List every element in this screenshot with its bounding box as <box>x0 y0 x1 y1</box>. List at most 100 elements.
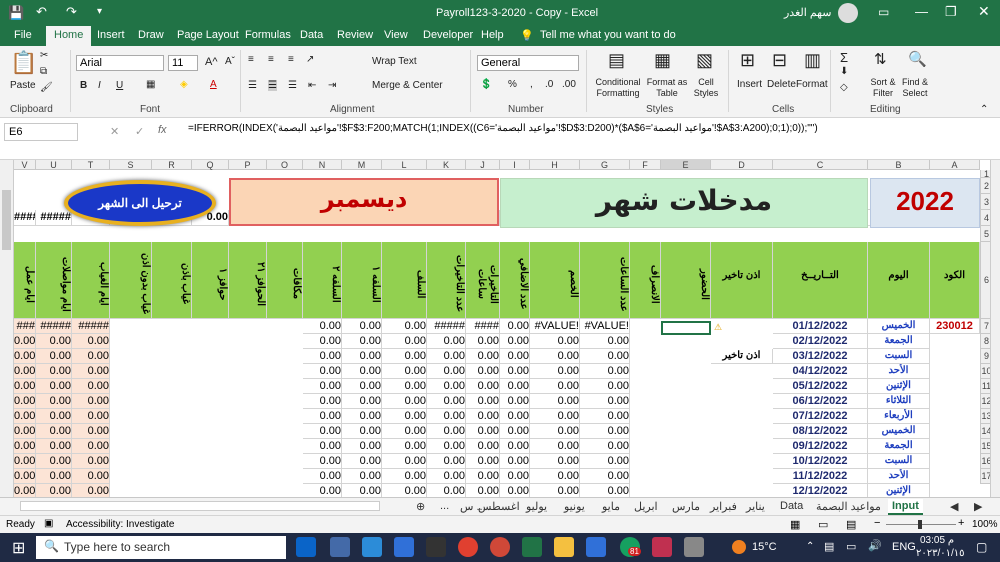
cell-G16[interactable]: 0.00 <box>580 454 630 469</box>
column-header-K[interactable]: K <box>427 160 466 170</box>
cell-V14[interactable]: 0.00 <box>14 424 36 439</box>
cell-styles-button[interactable]: Cell Styles <box>690 77 722 99</box>
align-left-icon[interactable]: ☰ <box>248 80 257 91</box>
cell-K15[interactable]: 0.00 <box>427 439 466 454</box>
find-select-icon[interactable]: 🔍 <box>908 50 927 68</box>
cell-N8[interactable]: 0.00 <box>303 334 342 349</box>
cell-I12[interactable]: 0.00 <box>500 394 530 409</box>
column-header-T[interactable]: T <box>72 160 110 170</box>
sort-filter-button[interactable]: Sort & Filter <box>866 77 900 99</box>
cell-B15[interactable]: الجمعة <box>868 439 930 454</box>
network-icon[interactable]: ▤ <box>824 540 834 553</box>
cell-G8[interactable]: 0.00 <box>580 334 630 349</box>
cell-J17[interactable]: 0.00 <box>466 469 500 484</box>
cell-B11[interactable]: الإثنين <box>868 379 930 394</box>
cell-N16[interactable]: 0.00 <box>303 454 342 469</box>
cell-M9[interactable]: 0.00 <box>342 349 382 364</box>
download-icon[interactable] <box>362 537 382 557</box>
cell-H14[interactable]: 0.00 <box>530 424 580 439</box>
cell-J10[interactable]: 0.00 <box>466 364 500 379</box>
column-header-C[interactable]: C <box>773 160 868 170</box>
tab-input[interactable]: Input <box>888 499 923 515</box>
cell-U10[interactable]: 0.00 <box>36 364 72 379</box>
cell-C9[interactable]: 03/12/2022 <box>773 349 868 364</box>
menu-developer[interactable]: Developer <box>423 29 473 41</box>
formula-input[interactable]: =IFERROR(INDEX('مواعيد البصمة'!$F$3:F200… <box>188 123 994 141</box>
zoom-level[interactable]: 100% <box>972 519 998 530</box>
collapse-ribbon-icon[interactable]: ⌃ <box>980 104 988 115</box>
cell-styles-icon[interactable]: ▧ <box>696 50 713 71</box>
cell-J11[interactable]: 0.00 <box>466 379 500 394</box>
zoom-thumb[interactable] <box>918 520 922 529</box>
cell-M12[interactable]: 0.00 <box>342 394 382 409</box>
cell-G10[interactable]: 0.00 <box>580 364 630 379</box>
column-header-N[interactable]: N <box>303 160 342 170</box>
cell-J9[interactable]: 0.00 <box>466 349 500 364</box>
cell-I9[interactable]: 0.00 <box>500 349 530 364</box>
cell-M13[interactable]: 0.00 <box>342 409 382 424</box>
sort-filter-icon[interactable]: ⇅ <box>874 50 887 68</box>
cell-H12[interactable]: 0.00 <box>530 394 580 409</box>
number-format-select[interactable]: General <box>477 55 579 71</box>
cell-J8[interactable]: 0.00 <box>466 334 500 349</box>
cell-H8[interactable]: 0.00 <box>530 334 580 349</box>
cell-N7[interactable]: 0.00 <box>303 319 342 334</box>
cell-I11[interactable]: 0.00 <box>500 379 530 394</box>
cell-V7[interactable]: ### <box>14 319 36 334</box>
cell-I8[interactable]: 0.00 <box>500 334 530 349</box>
cell-J14[interactable]: 0.00 <box>466 424 500 439</box>
cell-K9[interactable]: 0.00 <box>427 349 466 364</box>
cell-L17[interactable]: 0.00 <box>382 469 427 484</box>
cell-M18[interactable]: 0.00 <box>342 484 382 497</box>
tab-march[interactable]: مارس <box>668 499 704 514</box>
tab-january[interactable]: يناير <box>742 499 769 514</box>
header-code[interactable]: الكود <box>930 242 980 319</box>
cell-U11[interactable]: 0.00 <box>36 379 72 394</box>
header-absent-days[interactable]: ايام الغياب <box>72 242 110 319</box>
cell-U7[interactable]: ##### <box>36 319 72 334</box>
align-middle-icon[interactable]: ≡ <box>268 54 274 65</box>
language-indicator[interactable]: ENG <box>892 541 916 553</box>
zoom-in-icon[interactable]: + <box>958 517 964 529</box>
column-header-O[interactable]: O <box>267 160 303 170</box>
cell-V8[interactable]: 0.00 <box>14 334 36 349</box>
cell-H16[interactable]: 0.00 <box>530 454 580 469</box>
cell-U15[interactable]: 0.00 <box>36 439 72 454</box>
active-cell[interactable] <box>661 321 711 335</box>
tray-chevron-icon[interactable]: ⌃ <box>806 541 814 552</box>
cell-G12[interactable]: 0.00 <box>580 394 630 409</box>
cell-K11[interactable]: 0.00 <box>427 379 466 394</box>
user-name[interactable]: سهم الغدر <box>784 6 831 19</box>
format-cells-button[interactable]: Format <box>796 79 828 90</box>
avatar[interactable] <box>838 3 858 23</box>
format-cells-icon[interactable]: ▥ <box>804 50 821 71</box>
battery-icon[interactable]: ▭ <box>846 540 856 553</box>
tab-more-left[interactable]: ... <box>436 499 453 513</box>
menu-insert[interactable]: Insert <box>97 29 125 41</box>
align-right-icon[interactable]: ☰ <box>288 80 297 91</box>
cell-U13[interactable]: 0.00 <box>36 409 72 424</box>
cell-M16[interactable]: 0.00 <box>342 454 382 469</box>
align-top-icon[interactable]: ≡ <box>248 54 254 65</box>
cell-T7[interactable]: ##### <box>72 319 110 334</box>
cell-B14[interactable]: الخميس <box>868 424 930 439</box>
cell-I17[interactable]: 0.00 <box>500 469 530 484</box>
header-permit[interactable]: اذن تاخير <box>711 242 773 319</box>
outlook-icon[interactable] <box>296 537 316 557</box>
cell-M17[interactable]: 0.00 <box>342 469 382 484</box>
transfer-to-month-button[interactable]: ترحيل الى الشهر <box>64 180 216 226</box>
cell-A7[interactable]: 230012 <box>930 319 980 334</box>
cell-I10[interactable]: 0.00 <box>500 364 530 379</box>
increase-indent-icon[interactable]: ⇥ <box>328 80 336 91</box>
clock-date[interactable]: ٢٠٢٣/٠١/١٥ <box>916 548 965 559</box>
conditional-formatting-button[interactable]: Conditional Formatting <box>592 77 644 99</box>
app-a-icon[interactable] <box>394 537 414 557</box>
cell-T15[interactable]: 0.00 <box>72 439 110 454</box>
cell-L16[interactable]: 0.00 <box>382 454 427 469</box>
header-day[interactable]: اليوم <box>868 242 930 319</box>
insert-cells-button[interactable]: Insert <box>737 79 762 90</box>
spreadsheet-grid[interactable]: ABCDEFGHIJKLMNOPQRSTUV 1 2 3 4 5 6 7 8 9 10 11 12 13… <box>0 160 1000 497</box>
header-other[interactable]: حوافز ١ <box>192 242 229 319</box>
cell-U14[interactable]: 0.00 <box>36 424 72 439</box>
cut-icon[interactable]: ✂ <box>40 50 48 61</box>
